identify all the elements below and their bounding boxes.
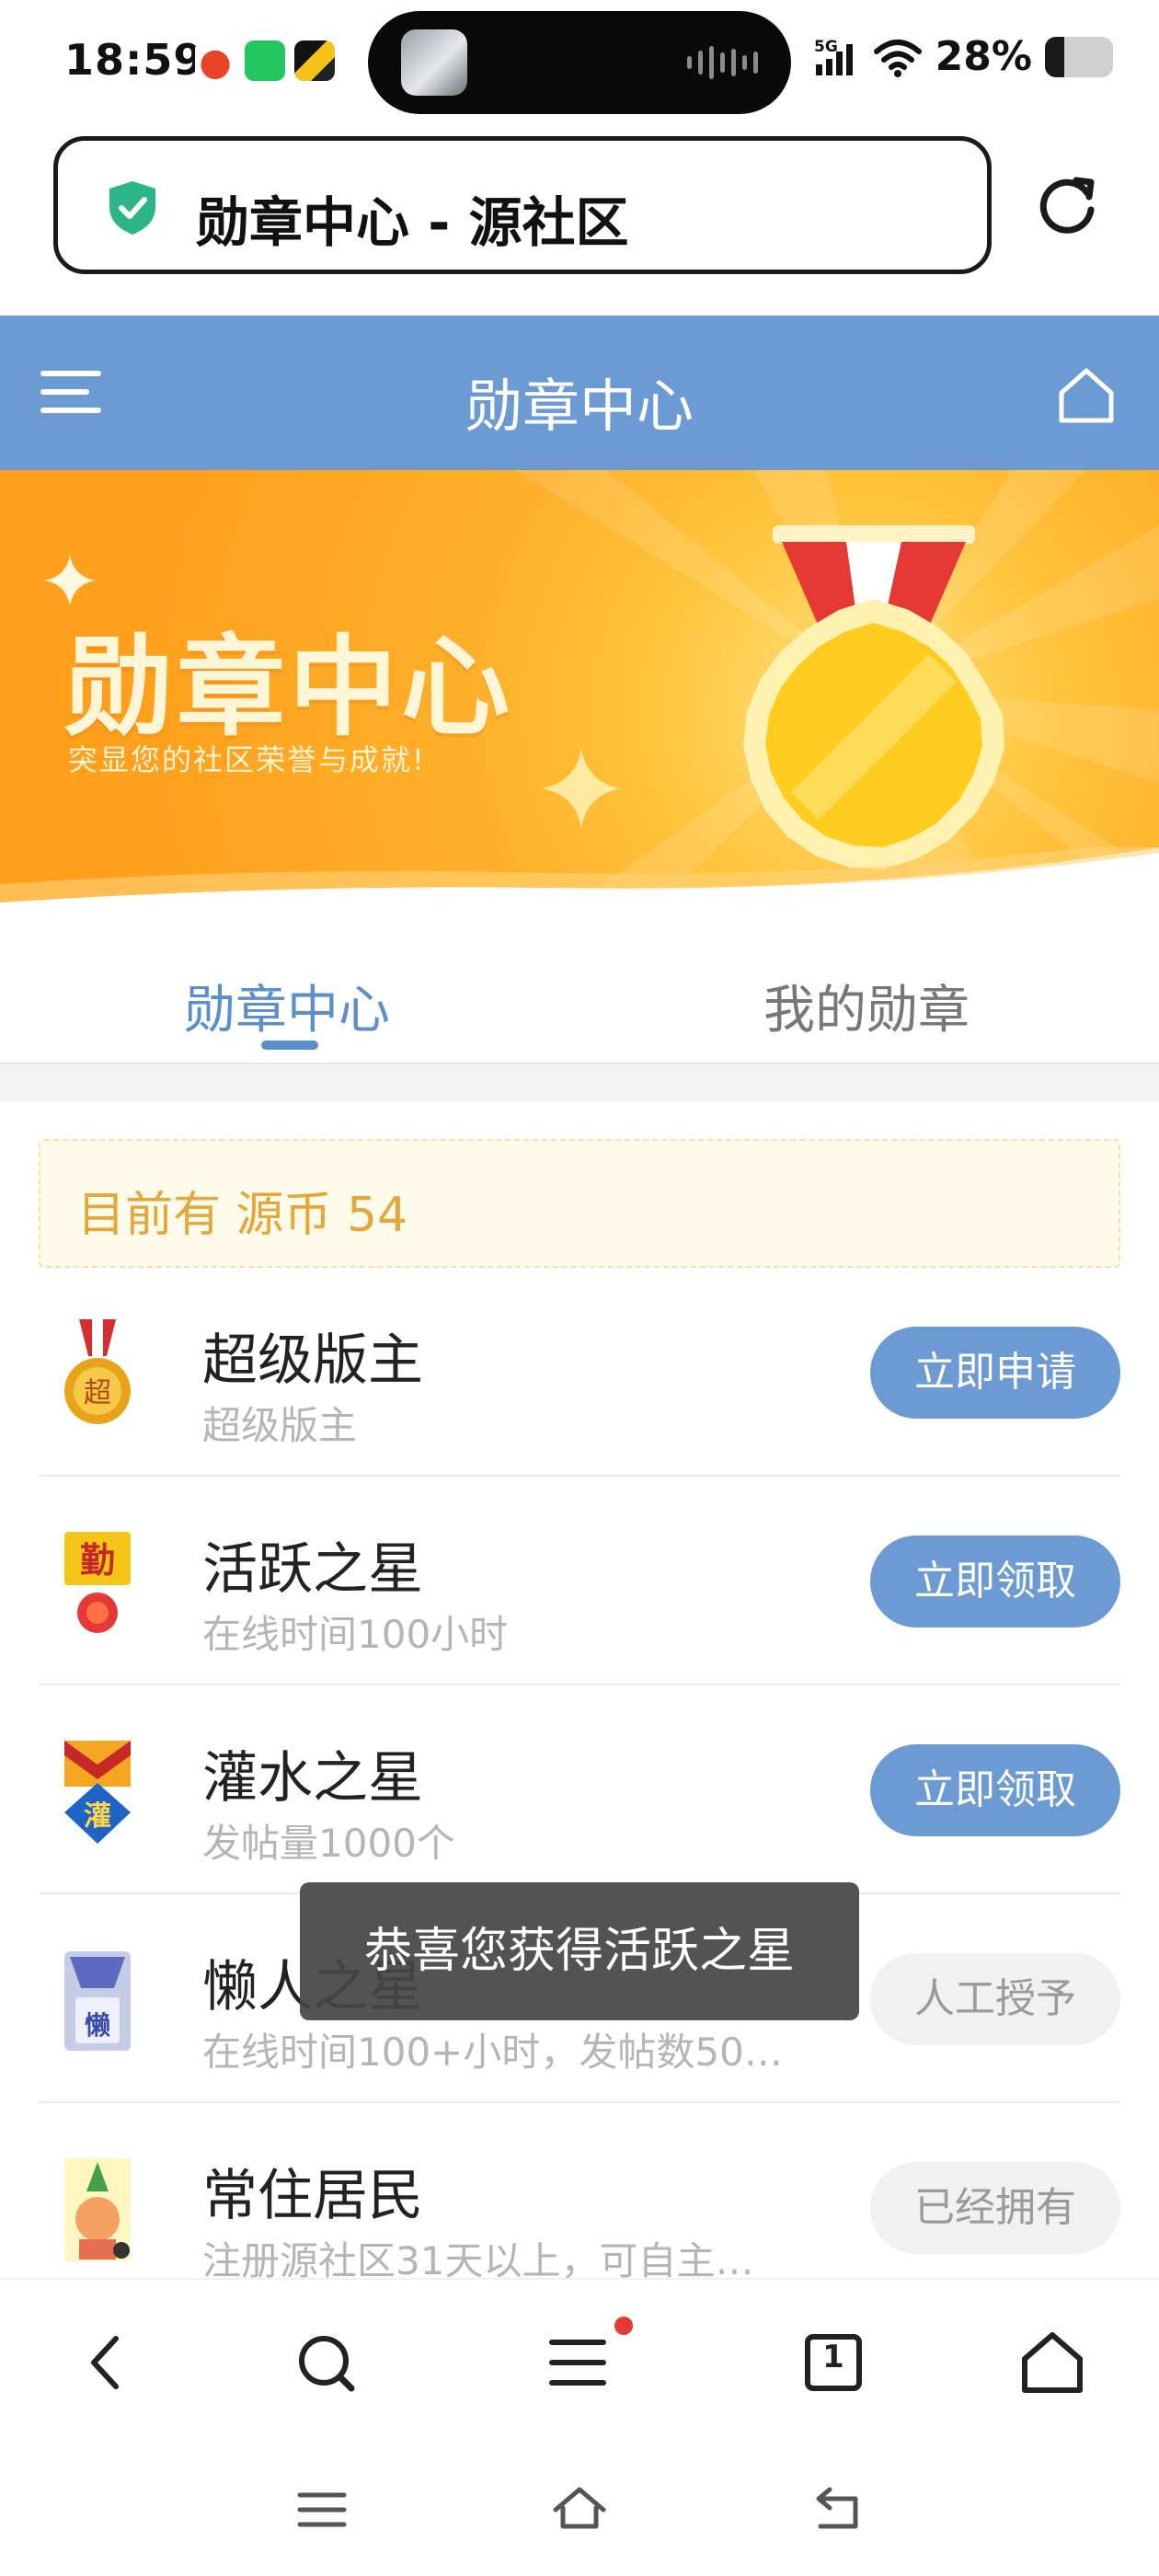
recent-apps-icon[interactable] [293,2480,351,2539]
claim-button[interactable]: 立即领取 [870,1535,1120,1627]
badge-name: 常住居民 [202,2164,423,2228]
back-icon[interactable] [70,2326,143,2399]
home-icon[interactable] [1054,363,1119,428]
battery-level-fill [1045,36,1064,77]
phone-call-icon [245,40,285,81]
search-icon[interactable] [289,2326,362,2399]
header-title: 勋章中心 [465,373,694,440]
app-header: 勋章中心 [0,316,1159,470]
audio-wave-icon [687,46,758,79]
cellular-signal-icon: 5G [814,38,853,75]
menu-icon[interactable] [543,2326,616,2399]
badge-name: 超级版主 [202,1328,423,1393]
svg-text:懒: 懒 [85,2010,110,2041]
active-star-badge-icon: 勤 [64,1532,131,1633]
list-item: 超 超级版主 超级版主 立即申请 [39,1268,1120,1477]
page-title: 勋章中心 - 源社区 [196,191,629,254]
home-icon[interactable] [1016,2326,1089,2399]
reload-icon[interactable] [1038,175,1098,236]
system-back-icon[interactable] [808,2480,866,2539]
media-avatar-icon [401,29,467,96]
medal-icon [743,525,1004,869]
tab-my-badges[interactable]: 我的勋章 [763,969,970,1043]
active-tab-indicator [261,1041,318,1050]
address-bar[interactable]: 勋章中心 - 源社区 [53,136,992,274]
wifi-icon [873,39,922,77]
status-bar: 18:59 5G 28% [0,0,1159,129]
coin-balance-text: 目前有 源币 54 [77,1188,408,1243]
badge-name: 灌水之星 [202,1746,423,1811]
system-navigation-bar [0,2444,1159,2576]
banner-title: 勋章中心 [64,624,514,751]
badge-description: 超级版主 [202,1403,358,1448]
tab-count: 1 [822,2339,844,2375]
status-app-icons [195,40,335,81]
banner: 勋章中心 突显您的社区荣誉与成就! [0,470,1159,921]
resident-badge-icon [64,2158,131,2261]
svg-text:超: 超 [84,1377,111,1409]
list-item: 灌 灌水之星 发帖量1000个 立即领取 [39,1685,1120,1894]
posting-star-badge-icon: 灌 [64,1741,131,1844]
banner-subtitle: 突显您的社区荣誉与成就! [68,742,426,777]
badge-list: 超 超级版主 超级版主 立即申请 勤 活跃之星 在线时间100小时 立即领取 灌… [39,1268,1120,2312]
dynamic-island[interactable] [368,11,791,114]
game-app-icon [294,40,335,81]
divider [0,1064,1159,1101]
svg-text:勤: 勤 [80,1540,115,1581]
badge-description: 在线时间100小时 [202,1612,509,1657]
owned-button[interactable]: 已经拥有 [870,2162,1120,2254]
status-right: 5G 28% [814,33,1113,80]
lazy-star-badge-icon: 懒 [64,1951,131,2051]
status-time: 18:59 [64,35,204,85]
notification-dot [614,2317,633,2335]
secure-shield-icon [109,181,155,235]
svg-text:5G: 5G [814,38,838,56]
badge-name: 活跃之星 [202,1537,423,1602]
tab-bar: 勋章中心 我的勋章 [0,921,1159,1064]
browser-toolbar: 1 [0,2278,1159,2444]
badge-description: 发帖量1000个 [202,1821,455,1866]
apply-button[interactable]: 立即申请 [870,1327,1120,1419]
battery-icon [1045,36,1113,77]
battery-percent: 28% [935,33,1032,80]
badge-description: 在线时间100+小时，发帖数50… [202,2030,783,2075]
list-item: 勤 活跃之星 在线时间100小时 立即领取 [39,1477,1120,1685]
system-home-icon[interactable] [550,2480,609,2539]
claim-button[interactable]: 立即领取 [870,1744,1120,1836]
taobao-app-icon [195,40,235,81]
sparkle-icon [541,748,622,829]
coin-balance-box: 目前有 源币 54 [39,1139,1120,1268]
tabs-button[interactable]: 1 [797,2326,870,2399]
banner-wave [0,847,1159,921]
tab-badge-center[interactable]: 勋章中心 [184,969,390,1043]
manual-grant-button[interactable]: 人工授予 [870,1953,1120,2045]
toast-message: 恭喜您获得活跃之星 [300,1882,859,2020]
super-moderator-badge-icon: 超 [64,1319,131,1424]
svg-text:灌: 灌 [84,1800,111,1833]
